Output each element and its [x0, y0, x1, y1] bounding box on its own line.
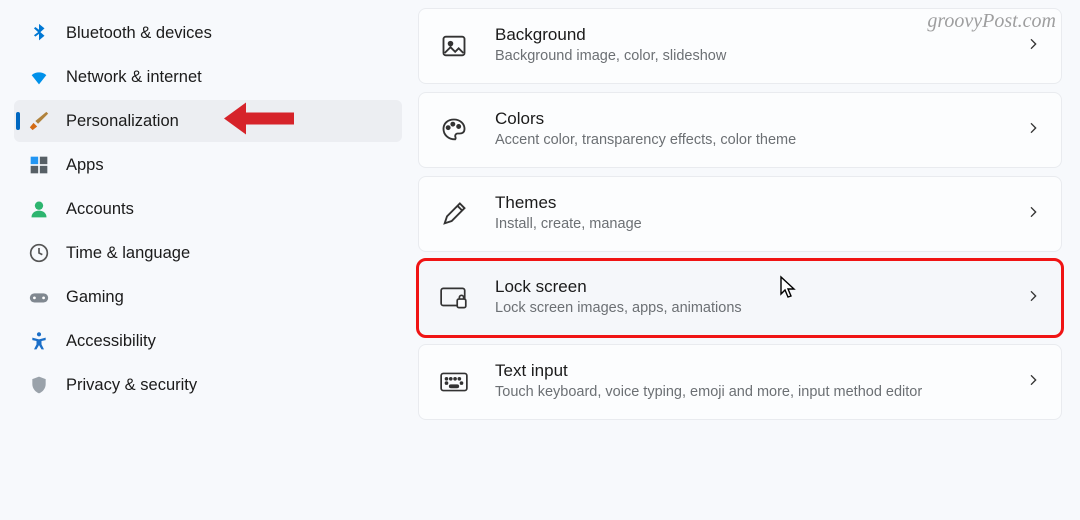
card-body: Lock screen Lock screen images, apps, an…	[495, 277, 999, 319]
card-subtitle: Install, create, manage	[495, 215, 999, 235]
sidebar-item-label: Network & internet	[66, 68, 388, 87]
sidebar-item-time[interactable]: Time & language	[14, 232, 402, 274]
sidebar-item-accounts[interactable]: Accounts	[14, 188, 402, 230]
paintbrush-icon	[28, 110, 50, 132]
sidebar-item-apps[interactable]: Apps	[14, 144, 402, 186]
card-themes[interactable]: Themes Install, create, manage	[418, 176, 1062, 252]
sidebar-item-label: Accessibility	[66, 332, 388, 351]
palette-icon	[439, 115, 469, 145]
keyboard-icon	[439, 367, 469, 397]
card-colors[interactable]: Colors Accent color, transparency effect…	[418, 92, 1062, 168]
card-subtitle: Accent color, transparency effects, colo…	[495, 131, 999, 151]
bluetooth-icon	[28, 22, 50, 44]
card-subtitle: Background image, color, slideshow	[495, 47, 999, 67]
sidebar-item-label: Privacy & security	[66, 376, 388, 395]
card-subtitle: Touch keyboard, voice typing, emoji and …	[495, 383, 999, 403]
shield-icon	[28, 374, 50, 396]
card-body: Colors Accent color, transparency effect…	[495, 109, 999, 151]
chevron-right-icon	[1025, 288, 1041, 309]
sidebar-item-label: Time & language	[66, 244, 388, 263]
card-lock-screen[interactable]: Lock screen Lock screen images, apps, an…	[418, 260, 1062, 336]
sidebar-item-label: Gaming	[66, 288, 388, 307]
sidebar-item-gaming[interactable]: Gaming	[14, 276, 402, 318]
card-title: Colors	[495, 109, 999, 129]
pen-icon	[439, 199, 469, 229]
image-icon	[439, 31, 469, 61]
sidebar-item-bluetooth[interactable]: Bluetooth & devices	[14, 12, 402, 54]
wifi-icon	[28, 66, 50, 88]
account-icon	[28, 198, 50, 220]
chevron-right-icon	[1025, 120, 1041, 141]
watermark-text: groovyPost.com	[927, 10, 1056, 33]
card-text-input[interactable]: Text input Touch keyboard, voice typing,…	[418, 344, 1062, 420]
sidebar-item-label: Personalization	[66, 112, 388, 131]
settings-sidebar: Bluetooth & devices Network & internet P…	[0, 0, 410, 520]
sidebar-item-label: Accounts	[66, 200, 388, 219]
gamepad-icon	[28, 286, 50, 308]
apps-icon	[28, 154, 50, 176]
card-title: Background	[495, 25, 999, 45]
card-body: Themes Install, create, manage	[495, 193, 999, 235]
card-body: Background Background image, color, slid…	[495, 25, 999, 67]
lock-screen-icon	[439, 283, 469, 313]
card-subtitle: Lock screen images, apps, animations	[495, 299, 999, 319]
card-title: Themes	[495, 193, 999, 213]
sidebar-item-network[interactable]: Network & internet	[14, 56, 402, 98]
sidebar-item-privacy[interactable]: Privacy & security	[14, 364, 402, 406]
sidebar-item-personalization[interactable]: Personalization	[14, 100, 402, 142]
settings-main: groovyPost.com Background Background ima…	[410, 0, 1080, 520]
chevron-right-icon	[1025, 372, 1041, 393]
card-body: Text input Touch keyboard, voice typing,…	[495, 361, 999, 403]
clock-globe-icon	[28, 242, 50, 264]
card-title: Lock screen	[495, 277, 999, 297]
sidebar-item-label: Apps	[66, 156, 388, 175]
sidebar-item-label: Bluetooth & devices	[66, 24, 388, 43]
accessibility-icon	[28, 330, 50, 352]
card-title: Text input	[495, 361, 999, 381]
chevron-right-icon	[1025, 36, 1041, 57]
chevron-right-icon	[1025, 204, 1041, 225]
sidebar-item-accessibility[interactable]: Accessibility	[14, 320, 402, 362]
